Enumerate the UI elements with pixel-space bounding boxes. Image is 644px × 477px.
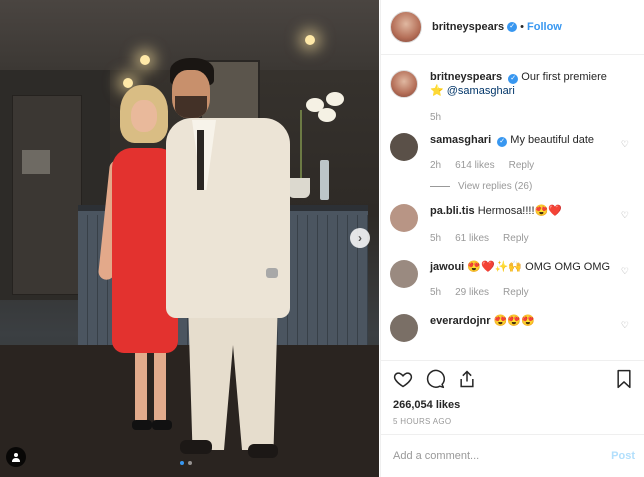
carousel-dot <box>180 461 184 465</box>
photo-bottle <box>320 160 329 200</box>
photo-plant-stem <box>300 110 302 180</box>
comment-meta: 5h 61 likes Reply <box>430 232 613 246</box>
comment-time: 2h <box>430 160 442 171</box>
reply-button[interactable]: Reply <box>509 159 535 173</box>
caption-mention[interactable]: @samasghari <box>447 85 515 97</box>
comment-text: My beautiful date <box>510 134 595 146</box>
heart-small-icon[interactable]: ♡ <box>621 210 629 221</box>
action-icons <box>393 369 633 391</box>
comment-time: 5h <box>430 287 442 298</box>
comment-likes[interactable]: 61 likes <box>455 232 489 246</box>
replies-line <box>430 186 450 187</box>
photo-woman-shoe <box>152 420 172 430</box>
photo-man-watch <box>266 268 278 278</box>
post-photo[interactable]: › <box>0 0 379 477</box>
comment-icon[interactable] <box>425 369 445 392</box>
avatar[interactable] <box>390 204 418 232</box>
comment-item: everardojnr 😍😍😍 ♡ <box>390 314 633 342</box>
photo-woman-leg <box>135 345 147 425</box>
user-tag-icon[interactable] <box>6 447 26 467</box>
chevron-right-icon[interactable]: › <box>350 228 370 248</box>
caption-username[interactable]: britneyspears <box>430 71 502 83</box>
star-emoji: ⭐ <box>430 85 444 97</box>
heart-small-icon[interactable]: ♡ <box>621 266 629 277</box>
comment-meta: 2h 614 likes Reply <box>430 159 613 173</box>
heart-icon[interactable] <box>393 369 413 392</box>
likes-count[interactable]: 266,054 likes <box>393 399 633 411</box>
heart-small-icon[interactable]: ♡ <box>621 139 629 150</box>
caption-text: Our first premiere <box>521 71 607 83</box>
photo-man-tie <box>197 130 204 190</box>
photo-woman-face <box>131 100 157 132</box>
photo-man-beard <box>175 96 207 118</box>
heart-small-icon[interactable]: ♡ <box>621 320 629 331</box>
photo-lamp <box>305 35 315 45</box>
share-icon[interactable] <box>457 369 477 392</box>
avatar[interactable] <box>390 314 418 342</box>
header-separator: • <box>520 21 525 33</box>
caption: britneyspears ✓ Our first premiere ⭐ @sa… <box>390 70 633 98</box>
comment-likes[interactable]: 614 likes <box>455 159 494 173</box>
photo-flower <box>318 108 336 122</box>
post-side-panel: britneyspears ✓ • Follow britneyspears ✓… <box>380 0 644 477</box>
verified-icon: ✓ <box>507 22 518 32</box>
photo-man-shoe <box>248 444 278 458</box>
comment-username[interactable]: pa.bli.tis <box>430 205 475 217</box>
photo-man-suit <box>166 118 290 318</box>
post-timestamp: 5 HOURS AGO <box>393 417 452 426</box>
comments-list[interactable]: britneyspears ✓ Our first premiere ⭐ @sa… <box>381 56 644 360</box>
reply-button[interactable]: Reply <box>503 232 529 246</box>
post-button[interactable]: Post <box>611 450 635 462</box>
photo-man-shoe <box>180 440 212 454</box>
comment-username[interactable]: everardojnr <box>430 315 491 327</box>
comment-text: 😍❤️✨🙌 OMG OMG OMG <box>467 261 611 273</box>
view-replies-label[interactable]: View replies (26) <box>458 181 532 192</box>
comment-item: samasghari ✓ My beautiful date 2h 614 li… <box>390 133 633 173</box>
avatar[interactable] <box>390 70 418 98</box>
comment-time: 5h <box>430 233 442 244</box>
bookmark-icon[interactable] <box>615 369 633 392</box>
comment-item: jawoui 😍❤️✨🙌 OMG OMG OMG 5h 29 likes Rep… <box>390 260 633 300</box>
photo-floor <box>0 345 379 477</box>
photo-woman-shoe <box>132 420 152 430</box>
reply-button[interactable]: Reply <box>503 286 529 300</box>
comment-username[interactable]: samasghari <box>430 134 491 146</box>
photo-sign <box>22 150 50 174</box>
post-header: britneyspears ✓ • Follow <box>381 0 644 55</box>
comment-username[interactable]: jawoui <box>430 261 464 273</box>
follow-button[interactable]: Follow <box>527 21 562 33</box>
post-actions: 266,054 likes 5 HOURS AGO <box>381 360 644 434</box>
comment-meta: 5h 29 likes Reply <box>430 286 613 300</box>
verified-icon: ✓ <box>508 74 519 84</box>
avatar[interactable] <box>390 133 418 161</box>
carousel-dots <box>180 461 192 465</box>
avatar[interactable] <box>390 260 418 288</box>
header-username[interactable]: britneyspears <box>432 21 504 33</box>
carousel-dot <box>188 461 192 465</box>
photo-woman-leg <box>154 345 166 425</box>
avatar[interactable] <box>390 11 422 43</box>
comment-text: 😍😍😍 <box>493 315 535 327</box>
photo-lamp <box>140 55 150 65</box>
comment-input[interactable] <box>393 450 612 462</box>
photo-flower <box>326 92 344 106</box>
add-comment-bar: Post <box>381 434 644 477</box>
comment-item: pa.bli.tis Hermosa!!!!😍❤️ 5h 61 likes Re… <box>390 204 633 246</box>
comment-text: Hermosa!!!!😍❤️ <box>477 205 562 217</box>
view-replies[interactable]: View replies (26) <box>430 181 633 192</box>
photo-pot <box>288 178 310 198</box>
comment-likes[interactable]: 29 likes <box>455 286 489 300</box>
caption-time: 5h <box>430 112 442 123</box>
verified-icon: ✓ <box>497 137 508 147</box>
photo-door <box>12 95 82 295</box>
